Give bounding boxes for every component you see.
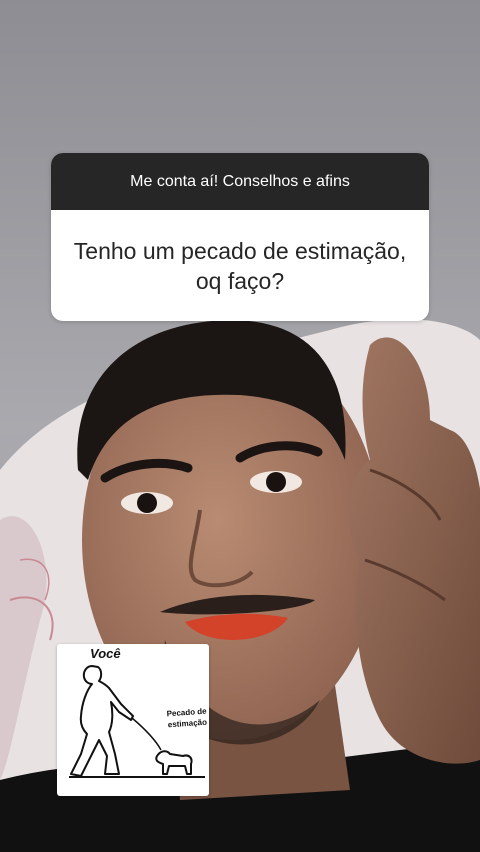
sticker-label-you: Você bbox=[90, 646, 121, 661]
question-sticker-question: Tenho um pecado de estimação, oq faço? bbox=[73, 237, 407, 294]
sticker-label-pet: Pecado de estimação bbox=[166, 706, 208, 730]
question-sticker-header: Me conta aí! Conselhos e afins bbox=[51, 153, 429, 210]
image-sticker: Você Pecado de estimação bbox=[57, 644, 209, 796]
question-sticker[interactable]: Me conta aí! Conselhos e afins Tenho um … bbox=[51, 153, 429, 321]
